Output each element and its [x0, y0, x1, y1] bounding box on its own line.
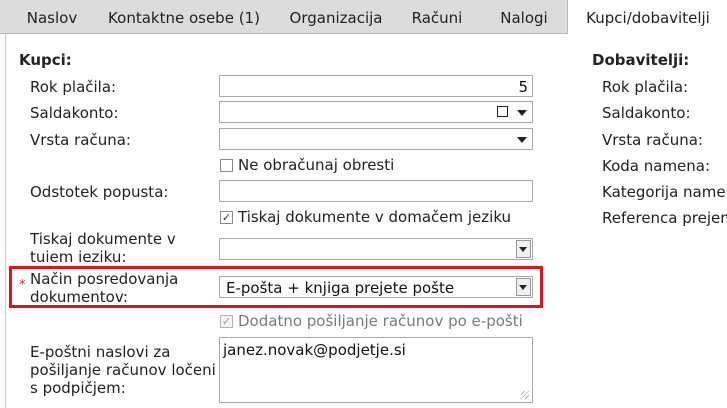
tab-label: Naslov: [26, 9, 78, 27]
odstotek-popusta-input[interactable]: [219, 180, 533, 202]
tab-nalogi[interactable]: Nalogi: [492, 0, 556, 33]
chevron-down-icon: [519, 247, 527, 252]
dropdown-button[interactable]: [516, 278, 531, 296]
dob-koda-namena-label: Koda namena:: [602, 157, 711, 175]
eposta-label: E-poštni naslovi za pošiljanje računov l…: [30, 343, 216, 397]
dob-vrsta-racuna-label: Vrsta računa:: [602, 131, 703, 149]
rok-placila-value: 5: [518, 78, 528, 96]
nacin-posredovanja-value: E-pošta + knjiga prejete pošte: [226, 279, 455, 297]
tiskaj-tuj-select[interactable]: [219, 238, 533, 260]
saldakonto-label: Saldakonto:: [30, 104, 119, 122]
rok-placila-input[interactable]: 5: [219, 75, 533, 97]
nacin-posredovanja-select[interactable]: E-pošta + knjiga prejete pošte: [219, 276, 533, 298]
tab-kupci-dobavitelji[interactable]: Kupci/dobavitelji: [567, 0, 727, 34]
required-marker: *: [19, 278, 26, 293]
tab-naslov[interactable]: Naslov: [14, 0, 90, 33]
vrsta-racuna-label: Vrsta računa:: [30, 131, 131, 149]
chevron-down-icon[interactable]: [517, 110, 527, 116]
ne-obracunaj-label: Ne obračunaj obresti: [238, 156, 395, 174]
dob-saldakonto-label: Saldakonto:: [602, 104, 691, 122]
checkmark-icon: ✓: [221, 211, 232, 224]
checkmark-icon: ✓: [221, 315, 232, 328]
ne-obracunaj-checkbox[interactable]: [220, 159, 233, 172]
eposta-textarea[interactable]: janez.novak@podjetje.si: [219, 337, 533, 403]
kupci-heading: Kupci:: [19, 51, 72, 69]
tab-kontaktne-osebe[interactable]: Kontaktne osebe (1): [100, 0, 268, 33]
rok-placila-label: Rok plačila:: [30, 78, 117, 96]
tab-racuni[interactable]: Računi: [404, 0, 470, 33]
tab-label: Kupci/dobavitelji: [586, 9, 710, 27]
dropdown-button[interactable]: [516, 240, 531, 258]
tab-label: Nalogi: [500, 9, 548, 27]
vrsta-racuna-select[interactable]: [219, 128, 533, 150]
chevron-down-icon[interactable]: [517, 137, 527, 143]
panel-border: [5, 33, 6, 408]
chevron-down-icon: [519, 285, 527, 290]
tab-bar: Naslov Kontaktne osebe (1) Organizacija …: [0, 0, 727, 34]
dob-referenca-label: Referenca prejem: [602, 209, 727, 227]
tab-organizacija[interactable]: Organizacija: [280, 0, 392, 33]
saldakonto-input[interactable]: [219, 101, 533, 123]
dodatno-checkbox[interactable]: ✓: [220, 315, 233, 328]
resize-handle[interactable]: [521, 391, 529, 399]
calendar-icon[interactable]: [497, 106, 508, 117]
odstotek-popusta-label: Odstotek popusta:: [30, 183, 169, 201]
tab-label: Računi: [411, 9, 463, 27]
tab-label: Organizacija: [289, 9, 383, 27]
dob-kategorija-namena-label: Kategorija namena: [602, 183, 727, 201]
eposta-value: janez.novak@podjetje.si: [223, 341, 406, 359]
dodatno-label: Dodatno pošiljanje računov po e-pošti: [238, 312, 523, 330]
tiskaj-domace-checkbox[interactable]: ✓: [220, 211, 233, 224]
nacin-posredovanja-label: Način posredovanja dokumentov:: [30, 270, 179, 306]
tab-label: Kontaktne osebe (1): [108, 9, 260, 27]
dobavitelji-heading: Dobavitelji:: [592, 51, 690, 69]
dob-rok-placila-label: Rok plačila:: [602, 78, 689, 96]
tiskaj-domace-label: Tiskaj dokumente v domačem jeziku: [238, 208, 512, 226]
tiskaj-tuj-label: Tiskaj dokumente v tujem jeziku:: [30, 230, 176, 262]
